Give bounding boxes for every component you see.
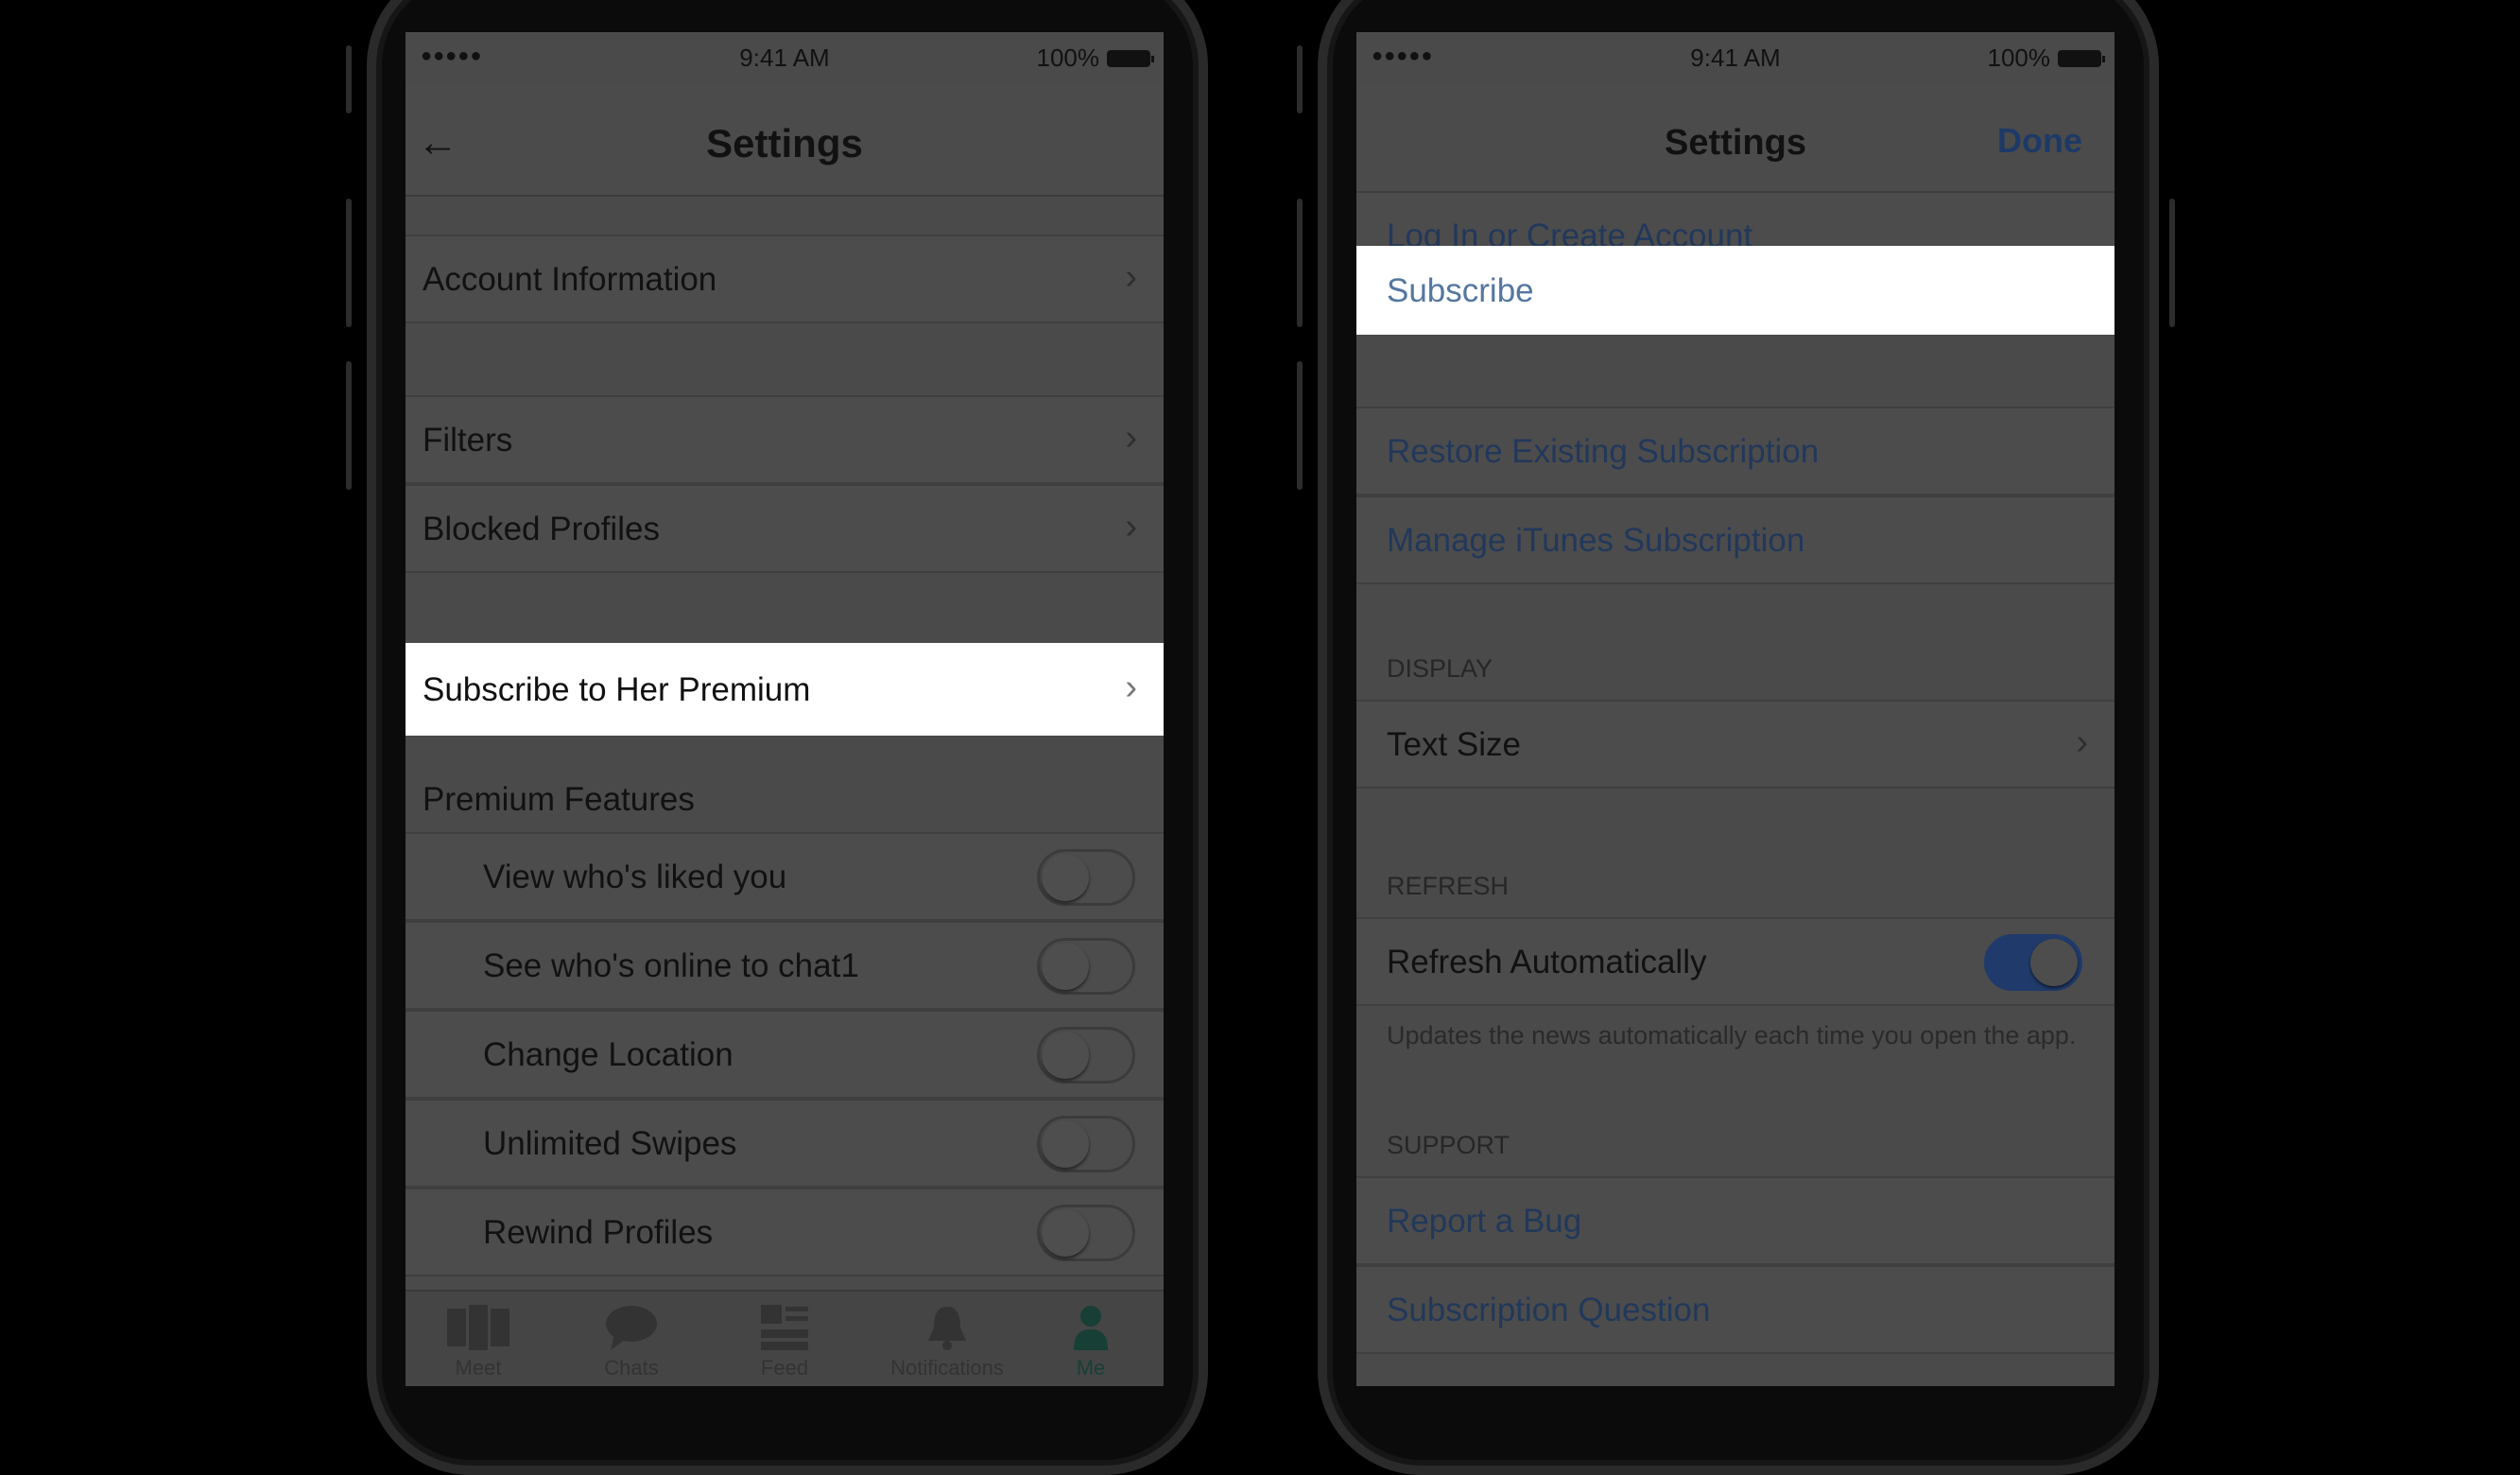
battery-icon xyxy=(2058,49,2105,67)
subscribe-row[interactable]: Subscribe xyxy=(1356,246,2114,335)
page-title: Settings xyxy=(706,121,863,165)
section-header-refresh: REFRESH xyxy=(1387,872,1510,900)
toggle-knob xyxy=(2030,939,2078,986)
battery: 100% xyxy=(1987,43,2105,73)
chevron-right-icon: › xyxy=(1125,418,1137,458)
tab-meet[interactable]: Meet xyxy=(417,1301,540,1380)
feature-label: View who's liked you xyxy=(483,859,787,895)
row-label: Restore Existing Subscription xyxy=(1387,433,1820,470)
tab-label: Chats xyxy=(604,1356,659,1380)
feature-toggle[interactable] xyxy=(1037,1205,1135,1261)
row-label: Manage iTunes Subscription xyxy=(1387,522,1805,559)
battery: 100% xyxy=(1036,43,1154,73)
chats-icon xyxy=(570,1301,693,1354)
feature-row: See who's online to chat1 xyxy=(406,921,1164,1010)
tab-chats[interactable]: Chats xyxy=(570,1301,693,1380)
refresh-note: Updates the news automatically each time… xyxy=(1387,1021,2077,1050)
chevron-right-icon: › xyxy=(1125,257,1137,297)
text-size-row[interactable]: Text Size › xyxy=(1356,700,2114,789)
feature-row: View who's liked you xyxy=(406,832,1164,921)
row-label: Subscribe to Her Premium xyxy=(423,671,811,708)
me-icon xyxy=(1029,1301,1152,1354)
right-screen: ●●●●● 9:41 AM 100% Settings Done Log In … xyxy=(1356,32,2114,1386)
status-bar: ●●●●● 9:41 AM 100% xyxy=(406,32,1164,85)
side-button xyxy=(1297,45,1303,113)
row-label: Subscribe xyxy=(1387,272,1534,309)
row-label: Account Information xyxy=(423,261,717,298)
tab-label: Notifications xyxy=(890,1356,1004,1380)
chevron-right-icon: › xyxy=(1125,668,1137,707)
row-label: Text Size xyxy=(1387,726,1521,763)
tab-label: Me xyxy=(1076,1356,1106,1380)
right-phone: ●●●●● 9:41 AM 100% Settings Done Log In … xyxy=(1291,0,2175,1475)
feature-label: Change Location xyxy=(483,1036,734,1073)
battery-icon xyxy=(1107,49,1154,67)
refresh-row: Refresh Automatically xyxy=(1356,917,2114,1006)
manage-subscription-row[interactable]: Manage iTunes Subscription xyxy=(1356,495,2114,584)
blocked-profiles-row[interactable]: Blocked Profiles › xyxy=(406,484,1164,573)
tab-label: Meet xyxy=(455,1356,502,1380)
row-label: Refresh Automatically xyxy=(1387,944,1707,980)
refresh-toggle[interactable] xyxy=(1984,934,2082,991)
row-label: Subscription Question xyxy=(1387,1292,1711,1328)
side-button xyxy=(346,45,352,113)
premium-features-header: Premium Features xyxy=(423,781,695,818)
subscribe-premium-row[interactable]: Subscribe to Her Premium › xyxy=(406,643,1164,736)
chevron-right-icon: › xyxy=(2076,722,2088,762)
notifications-icon xyxy=(876,1301,1018,1354)
feature-toggle[interactable] xyxy=(1037,938,1135,995)
side-button xyxy=(1297,361,1303,490)
feature-row: Rewind Profiles xyxy=(406,1188,1164,1276)
tab-label: Feed xyxy=(760,1356,809,1380)
toggle-knob xyxy=(1042,854,1089,901)
done-button[interactable]: Done xyxy=(1997,121,2082,161)
nav-bar: Settings Done xyxy=(1356,85,2114,193)
row-label: Blocked Profiles xyxy=(423,511,660,547)
account-information-row[interactable]: Account Information › xyxy=(406,234,1164,323)
feature-toggle[interactable] xyxy=(1037,1116,1135,1172)
toggle-knob xyxy=(1042,1032,1089,1079)
toggle-knob xyxy=(1042,1120,1089,1168)
toggle-knob xyxy=(1042,1209,1089,1257)
status-bar: ●●●●● 9:41 AM 100% xyxy=(1356,32,2114,85)
left-phone: ●●●●● 9:41 AM 100% ← Settings Account In… xyxy=(340,0,1208,1475)
battery-level: 100% xyxy=(1036,43,1100,72)
left-screen: ●●●●● 9:41 AM 100% ← Settings Account In… xyxy=(406,32,1164,1386)
toggle-knob xyxy=(1042,943,1089,990)
section-header-support: SUPPORT xyxy=(1387,1131,1510,1159)
row-label: Report a Bug xyxy=(1387,1203,1582,1240)
tab-feed[interactable]: Feed xyxy=(723,1301,846,1380)
feature-toggle[interactable] xyxy=(1037,849,1135,906)
feature-toggle[interactable] xyxy=(1037,1027,1135,1084)
side-button xyxy=(2169,199,2175,327)
side-button xyxy=(346,199,352,327)
filters-row[interactable]: Filters › xyxy=(406,395,1164,484)
side-button xyxy=(346,361,352,490)
battery-level: 100% xyxy=(1987,43,2051,72)
feature-row: Change Location xyxy=(406,1010,1164,1099)
tab-notifications[interactable]: Notifications xyxy=(876,1301,1018,1380)
nav-bar: ← Settings xyxy=(406,85,1164,197)
tab-bar: Meet Chats Feed Notifications Me xyxy=(406,1290,1164,1386)
side-button xyxy=(1297,199,1303,327)
chevron-right-icon: › xyxy=(1125,507,1137,547)
subscription-question-row[interactable]: Subscription Question xyxy=(1356,1265,2114,1354)
restore-subscription-row[interactable]: Restore Existing Subscription xyxy=(1356,407,2114,495)
feature-label: Unlimited Swipes xyxy=(483,1125,737,1162)
row-label: Filters xyxy=(423,422,513,459)
feature-label: Rewind Profiles xyxy=(483,1214,714,1251)
meet-icon xyxy=(417,1301,540,1354)
section-header-display: DISPLAY xyxy=(1387,654,1493,683)
feature-row: Unlimited Swipes xyxy=(406,1099,1164,1188)
report-bug-row[interactable]: Report a Bug xyxy=(1356,1176,2114,1265)
feature-label: See who's online to chat1 xyxy=(483,947,859,984)
feed-icon xyxy=(723,1301,846,1354)
tab-me[interactable]: Me xyxy=(1029,1301,1152,1380)
